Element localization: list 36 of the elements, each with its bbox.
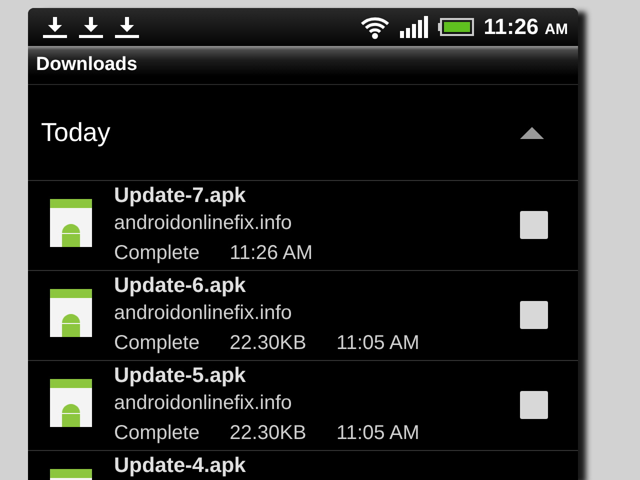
download-row[interactable]: Update-7.apk androidonlinefix.info Complete 11:26 AM [28, 181, 578, 271]
download-time: 11:05 AM [336, 421, 420, 446]
file-name: Update-4.apk [114, 453, 247, 478]
file-name: Update-6.apk [114, 273, 247, 298]
android-app-icon [50, 199, 92, 247]
group-header[interactable]: Today [28, 85, 578, 181]
clock: 11:26 AM [484, 14, 568, 40]
download-time: 11:05 AM [336, 331, 420, 356]
download-status: Complete [114, 331, 200, 356]
download-status: Complete [114, 241, 200, 266]
download-icon [78, 16, 104, 38]
battery-icon [438, 18, 474, 36]
download-status: Complete [114, 421, 200, 446]
android-app-icon [50, 289, 92, 337]
file-name: Update-7.apk [114, 183, 247, 208]
source-url: androidonlinefix.info [114, 391, 293, 416]
title: Downloads [36, 54, 138, 76]
file-size: 22.30KB [230, 421, 306, 446]
collapse-arrow-icon[interactable] [520, 126, 544, 138]
download-row[interactable]: Update-6.apk androidonlinefix.info Complete 22.30KB 11:05 AM [28, 271, 578, 361]
checkbox[interactable] [520, 301, 548, 329]
file-size: 22.30KB [230, 331, 306, 356]
download-icon [114, 16, 140, 38]
download-icon [42, 16, 68, 38]
download-row[interactable]: Update-4.apk [28, 451, 578, 480]
wifi-icon [360, 15, 390, 39]
download-row[interactable]: Update-5.apk androidonlinefix.info Complete 22.30KB 11:05 AM [28, 361, 578, 451]
android-app-icon [50, 379, 92, 427]
group-label: Today [41, 117, 110, 148]
source-url: androidonlinefix.info [114, 211, 293, 236]
source-url: androidonlinefix.info [114, 301, 293, 326]
checkbox[interactable] [520, 211, 548, 239]
file-name: Update-5.apk [114, 363, 247, 388]
checkbox[interactable] [520, 391, 548, 419]
download-time: 11:26 AM [230, 241, 313, 266]
signal-icon [400, 16, 428, 38]
